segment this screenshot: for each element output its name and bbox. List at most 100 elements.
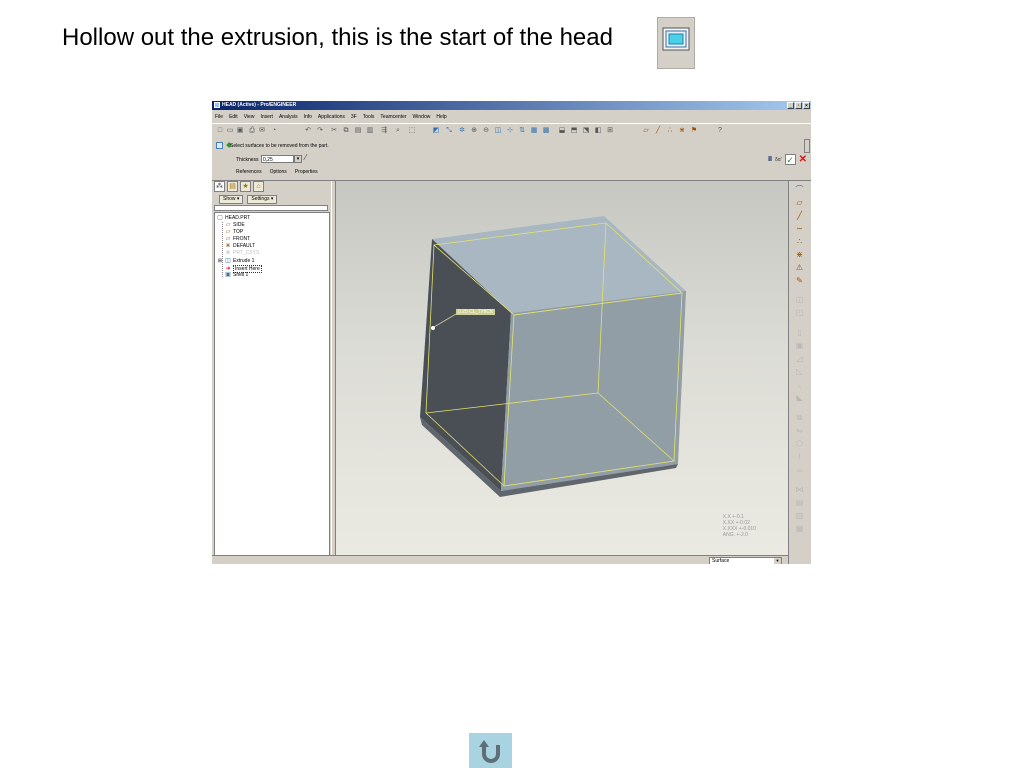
menu-help[interactable]: Help [433, 114, 449, 120]
csys-display-icon[interactable]: ⋇ [678, 127, 686, 135]
zoom-out-icon[interactable]: ⊖ [482, 127, 490, 135]
settings-menu-button[interactable]: Settings ▾ [247, 195, 278, 204]
tree-node-prt-csys[interactable]: ⋇ PRT_CSYS [225, 250, 259, 256]
datum-curve-tool-icon[interactable]: ∼ [795, 224, 804, 233]
warp-tool-icon[interactable]: ▦ [795, 524, 804, 533]
menu-info[interactable]: Info [301, 114, 315, 120]
undo-icon[interactable]: ↶ [304, 127, 312, 135]
dashboard-scrollbar[interactable] [804, 139, 810, 153]
minimize-button[interactable]: _ [787, 102, 794, 109]
tree-node-front[interactable]: ▱ FRONT [225, 236, 251, 242]
datum-plane-display-icon[interactable]: ▱ [642, 127, 650, 135]
repaint-icon[interactable]: ◩ [432, 127, 440, 135]
thickness-tag[interactable]: 0.25 CL_THICK [456, 309, 496, 315]
print-icon[interactable]: ⎙ [248, 127, 256, 135]
selection-filter[interactable]: Surface ▼ [709, 557, 782, 564]
shading-icon[interactable]: ◧ [594, 127, 602, 135]
tree-node-shell-1[interactable]: ▣ Shell 1 [225, 272, 248, 278]
regenerate-icon[interactable]: ⇶ [380, 127, 388, 135]
show-menu-button[interactable]: Show ▾ [219, 195, 244, 204]
menu-file[interactable]: File [212, 114, 226, 120]
copy-tool-icon[interactable]: ⧉ [795, 413, 804, 422]
saved-views-icon[interactable]: ⇅ [518, 127, 526, 135]
tree-node-side[interactable]: ▱ SIDE [225, 222, 245, 228]
accept-check-icon[interactable]: ✓ [784, 154, 796, 165]
menu-3f[interactable]: 3F [348, 114, 360, 120]
send-mail-icon[interactable]: ✉ [258, 127, 266, 135]
maximize-button[interactable]: · [795, 102, 802, 109]
find-icon[interactable]: ⌕ [394, 127, 402, 135]
context-help-icon[interactable]: ? [716, 127, 724, 135]
menu-edit[interactable]: Edit [226, 114, 241, 120]
datum-planes-icon[interactable]: ⊞ [606, 127, 614, 135]
round-tool-icon[interactable]: ◟ [795, 380, 804, 389]
wireframe-icon[interactable]: ⬓ [558, 127, 566, 135]
datum-plane-tool-icon[interactable]: ▱ [795, 198, 804, 207]
offset-tool-icon[interactable]: ⋈ [795, 485, 804, 494]
datum-axis-display-icon[interactable]: ╱ [654, 127, 662, 135]
extrude-tool-icon[interactable]: ◫ [795, 295, 804, 304]
menu-insert[interactable]: Insert [257, 114, 276, 120]
revolve-tool-icon[interactable]: ◰ [795, 308, 804, 317]
tree-node-head-prt[interactable]: ▢ HEAD.PRT [217, 215, 250, 221]
hole-tool-icon[interactable]: ▯ [795, 328, 804, 337]
cancel-x-icon[interactable]: ✕ [799, 154, 807, 165]
trim-tool-icon[interactable]: ⌇ [795, 452, 804, 461]
hidden-line-icon[interactable]: ⬒ [570, 127, 578, 135]
draft-tool-icon[interactable]: ◺ [795, 367, 804, 376]
tree-node-top[interactable]: ▱ TOP [225, 229, 244, 235]
paste-special-icon[interactable]: ▥ [366, 127, 374, 135]
datum-point-tool-icon[interactable]: ∴ [795, 237, 804, 246]
favorites-tab-icon[interactable]: ★ [240, 181, 251, 192]
tab-properties[interactable]: Properties [295, 169, 318, 175]
tab-options[interactable]: Options [270, 169, 287, 175]
return-button[interactable] [469, 733, 512, 768]
save-icon[interactable]: ▣ [236, 127, 244, 135]
refit-icon[interactable]: ◫ [494, 127, 502, 135]
menu-applications[interactable]: Applications [315, 114, 348, 120]
copy-icon[interactable]: ⧉ [342, 127, 350, 135]
rib-tool-icon[interactable]: ◿ [795, 354, 804, 363]
open-file-icon[interactable]: ▭ [226, 127, 234, 135]
close-button[interactable]: × [803, 102, 810, 109]
selection-box-icon[interactable]: ⬚ [408, 127, 416, 135]
sketch-tool-icon[interactable]: ✎ [795, 276, 804, 285]
orient-mode-icon[interactable]: ⤡ [445, 127, 453, 135]
menu-view[interactable]: View [241, 114, 258, 120]
preview-toggle[interactable]: δα' [775, 157, 782, 163]
cut-icon[interactable]: ✂ [330, 127, 338, 135]
analysis-tool-icon[interactable]: ⚠ [795, 263, 804, 272]
chevron-down-icon[interactable]: ▼ [774, 558, 781, 564]
redo-icon[interactable]: ↷ [316, 127, 324, 135]
connections-tab-icon[interactable]: ⌂ [253, 181, 264, 192]
graphics-window[interactable]: 0.25 CL_THICK X.X +-0.1 X.XX +-0.02 X.XX… [336, 181, 788, 555]
email-link-icon[interactable]: ◔ [270, 127, 278, 135]
no-hidden-icon[interactable]: ⬔ [582, 127, 590, 135]
menu-analysis[interactable]: Analysis [276, 114, 301, 120]
new-file-icon[interactable]: □ [216, 127, 224, 135]
mirror-tool-icon[interactable]: ⇋ [795, 426, 804, 435]
select-icon[interactable]: ⌒ [795, 185, 804, 194]
chamfer-tool-icon[interactable]: ◣ [795, 393, 804, 402]
folder-browser-tab-icon[interactable]: ▤ [227, 181, 238, 192]
thickness-dropdown-icon[interactable]: ▾ [294, 155, 302, 163]
pause-icon[interactable]: II [768, 156, 772, 163]
reorient-icon[interactable]: ⊹ [506, 127, 514, 135]
paste-icon[interactable]: ▤ [354, 127, 362, 135]
tree-node-default[interactable]: ⋇ DEFAULT [225, 243, 255, 249]
zoom-in-icon[interactable]: ⊕ [470, 127, 478, 135]
layers-icon[interactable]: ▦ [530, 127, 538, 135]
menu-tools[interactable]: Tools [360, 114, 378, 120]
menu-window[interactable]: Window [410, 114, 434, 120]
merge-tool-icon[interactable]: ⬡ [795, 439, 804, 448]
thickness-input[interactable]: 0,25 [261, 155, 294, 163]
thicken-tool-icon[interactable]: ▤ [795, 498, 804, 507]
csys-tool-icon[interactable]: ⋇ [795, 250, 804, 259]
model-tree-tab-icon[interactable]: ⁂ [214, 181, 225, 192]
pattern-tool-icon[interactable]: ⌓ [795, 465, 804, 474]
datum-axis-tool-icon[interactable]: ╱ [795, 211, 804, 220]
spin-center-icon[interactable]: ✲ [458, 127, 466, 135]
expand-plus-icon[interactable]: ⊞ [217, 258, 223, 264]
tree-node-extrude-1[interactable]: ⊞ ◫ Extrude 1 [217, 258, 255, 264]
view-manager-icon[interactable]: ▩ [542, 127, 550, 135]
